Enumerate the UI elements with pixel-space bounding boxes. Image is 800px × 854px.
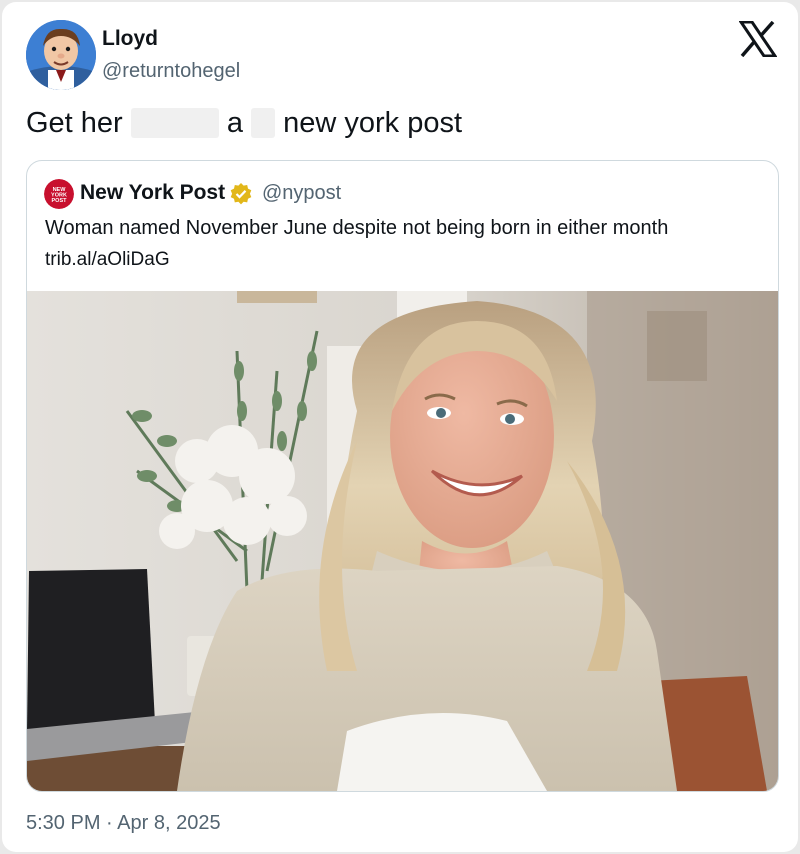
redacted-word [130,108,219,138]
svg-text:POST: POST [52,198,68,204]
tweet-text-part3: new york post [275,107,463,139]
author-avatar[interactable] [26,20,96,90]
nypost-avatar[interactable]: NEW YORK POST [44,179,74,209]
tweet-text-part1: Get her [26,107,131,139]
cartoon-man-avatar-icon [26,20,96,90]
nypost-logo-icon: NEW YORK POST [44,179,74,209]
tweet-text: Get her a new york post [26,107,462,140]
author-name[interactable]: Lloyd [102,27,158,51]
quoted-author-handle[interactable]: @nypost [262,182,341,205]
article-photo[interactable] [27,291,778,791]
tweet-text-part2: a [218,107,252,139]
x-logo-icon[interactable] [738,20,778,58]
quoted-link[interactable]: trib.al/aOliDaG [45,249,170,271]
author-handle[interactable]: @returntohegel [102,60,240,83]
tweet-card: Lloyd @returntohegel Get her a new york … [2,2,798,852]
quoted-tweet[interactable]: NEW YORK POST New York Post @nypost Woma… [26,160,779,792]
gold-verified-badge-icon [229,182,253,206]
redacted-word [251,108,276,138]
tweet-timestamp[interactable]: 5:30 PM · Apr 8, 2025 [26,812,221,835]
quoted-author-name[interactable]: New York Post [80,181,225,205]
woman-smiling-photo [27,291,778,791]
quoted-headline: Woman named November June despite not be… [45,217,669,239]
